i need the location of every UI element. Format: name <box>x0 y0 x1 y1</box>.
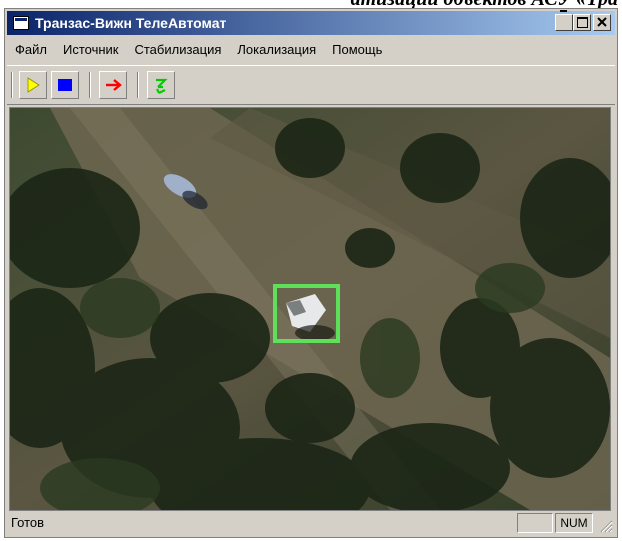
right-arrow-icon <box>106 79 122 91</box>
stabilize-icon <box>156 78 168 94</box>
play-icon <box>27 77 40 93</box>
status-text: Готов <box>11 515 45 530</box>
resize-grip-icon[interactable] <box>597 517 613 533</box>
toolbar-separator <box>137 72 139 98</box>
window-title: Транзас-Вижн ТелеАвтомат <box>35 15 227 31</box>
close-icon <box>597 17 607 27</box>
toolbar-grip <box>11 72 13 98</box>
menu-help[interactable]: Помощь <box>324 39 390 61</box>
stop-button[interactable] <box>51 71 79 99</box>
menu-localization[interactable]: Локализация <box>229 39 324 61</box>
menu-source[interactable]: Источник <box>55 39 127 61</box>
status-bar: Готов NUM <box>7 511 615 535</box>
toolbar-separator <box>89 72 91 98</box>
menu-bar: Файл Источник Стабилизация Локализация П… <box>7 39 615 61</box>
document-caption-fragment: атизации объектов АСУ «Тра <box>0 0 622 8</box>
stabilize-button[interactable] <box>147 71 175 99</box>
aerial-video-frame <box>10 108 610 510</box>
menu-stabilization[interactable]: Стабилизация <box>126 39 229 61</box>
toolbar <box>7 65 615 105</box>
app-icon <box>13 16 29 30</box>
menu-file[interactable]: Файл <box>7 39 55 61</box>
num-lock-indicator: NUM <box>555 513 593 533</box>
stop-icon <box>58 79 72 91</box>
play-button[interactable] <box>19 71 47 99</box>
status-pane <box>517 513 553 533</box>
maximize-button[interactable] <box>573 14 591 31</box>
title-bar[interactable]: Транзас-Вижн ТелеАвтомат <box>7 10 615 35</box>
video-view[interactable] <box>9 107 611 511</box>
next-frame-button[interactable] <box>99 71 127 99</box>
caption-text: атизации объектов АСУ «Тра <box>351 0 618 8</box>
app-window: Транзас-Вижн ТелеАвтомат Файл Источник С… <box>4 8 618 538</box>
minimize-button[interactable] <box>555 10 573 31</box>
close-button[interactable] <box>593 14 611 31</box>
